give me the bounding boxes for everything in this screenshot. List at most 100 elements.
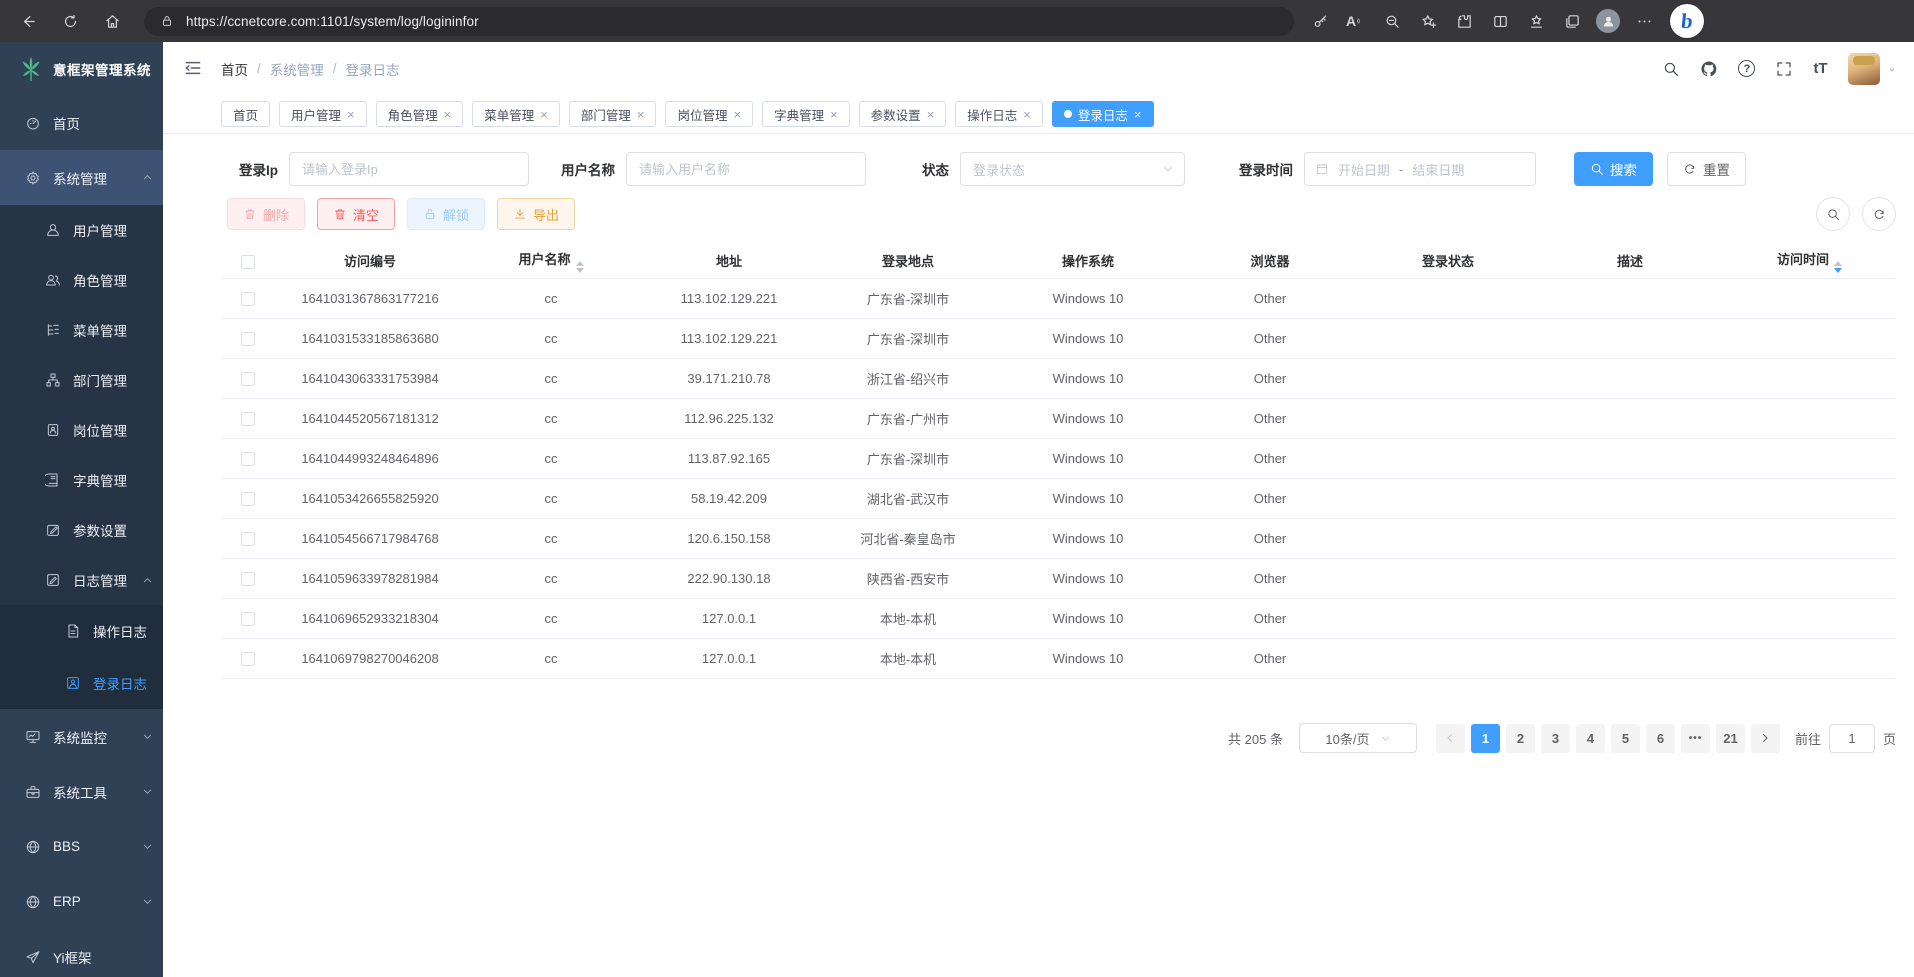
help-icon[interactable]: ?	[1738, 60, 1755, 77]
user-avatar[interactable]	[1848, 53, 1880, 85]
tab-parameter-settings[interactable]: 参数设置×	[859, 101, 947, 127]
text-size-icon[interactable]: tT	[1813, 60, 1827, 77]
status-select[interactable]: 登录状态	[960, 152, 1185, 186]
sidebar-item-parameter-settings[interactable]: 参数设置	[0, 505, 163, 555]
chevron-down-icon[interactable]: ⌄	[1888, 63, 1896, 74]
page-button-4[interactable]: 4	[1576, 724, 1605, 753]
row-checkbox[interactable]	[241, 612, 255, 626]
tab-post-management[interactable]: 岗位管理×	[665, 101, 753, 127]
sort-icons[interactable]	[576, 261, 584, 273]
unlock-button[interactable]: 解锁	[407, 198, 485, 230]
page-button-5[interactable]: 5	[1611, 724, 1640, 753]
breadcrumb-system-management[interactable]: 系统管理	[270, 59, 324, 79]
toggle-search-button[interactable]	[1816, 197, 1850, 231]
sidebar-item-post-management[interactable]: 岗位管理	[0, 405, 163, 455]
row-checkbox[interactable]	[241, 412, 255, 426]
page-button-6[interactable]: 6	[1646, 724, 1675, 753]
close-icon[interactable]: ×	[540, 108, 548, 121]
sidebar-item-yi-framework[interactable]: Yi框架	[0, 929, 163, 977]
close-icon[interactable]: ×	[1134, 108, 1142, 121]
reset-button[interactable]: 重置	[1667, 152, 1746, 186]
sidebar-item-department-management[interactable]: 部门管理	[0, 355, 163, 405]
goto-page-input[interactable]	[1829, 724, 1875, 753]
clear-button[interactable]: 清空	[317, 198, 395, 230]
home-icon[interactable]	[96, 5, 128, 37]
tab-home[interactable]: 首页	[221, 101, 270, 127]
app-logo[interactable]: 意框架管理系统	[0, 42, 163, 95]
bing-copilot-icon[interactable]: b	[1670, 4, 1704, 38]
sidebar-item-menu-management[interactable]: 菜单管理	[0, 305, 163, 355]
sidebar-item-system-monitor[interactable]: 系统监控	[0, 709, 163, 764]
fullscreen-icon[interactable]	[1775, 60, 1793, 78]
password-key-icon[interactable]	[1304, 5, 1336, 37]
row-checkbox[interactable]	[241, 292, 255, 306]
zoom-out-icon[interactable]	[1376, 5, 1408, 37]
close-icon[interactable]: ×	[927, 108, 935, 121]
row-checkbox[interactable]	[241, 492, 255, 506]
search-icon[interactable]	[1662, 60, 1680, 78]
row-checkbox[interactable]	[241, 372, 255, 386]
read-aloud-icon[interactable]: A	[1340, 5, 1372, 37]
export-button[interactable]: 导出	[497, 198, 575, 230]
close-icon[interactable]: ×	[830, 108, 838, 121]
prev-page-button[interactable]	[1436, 724, 1465, 753]
sidebar-item-system-management[interactable]: 系统管理	[0, 150, 163, 205]
tab-dictionary-management[interactable]: 字典管理×	[762, 101, 850, 127]
column-header-user[interactable]: 用户名称	[465, 244, 637, 278]
close-icon[interactable]: ×	[637, 108, 645, 121]
sidebar-item-system-tools[interactable]: 系统工具	[0, 764, 163, 819]
row-checkbox[interactable]	[241, 652, 255, 666]
close-icon[interactable]: ×	[1023, 108, 1031, 121]
page-button-1[interactable]: 1	[1471, 724, 1500, 753]
page-button-21[interactable]: 21	[1716, 724, 1745, 753]
sidebar-item-erp[interactable]: ERP	[0, 874, 163, 929]
page-size-select[interactable]: 10条/页	[1299, 723, 1417, 753]
sidebar-item-dictionary-management[interactable]: 字典管理	[0, 455, 163, 505]
page-button-2[interactable]: 2	[1506, 724, 1535, 753]
row-checkbox[interactable]	[241, 452, 255, 466]
tab-user-management[interactable]: 用户管理×	[279, 101, 367, 127]
close-icon[interactable]: ×	[733, 108, 741, 121]
row-checkbox[interactable]	[241, 572, 255, 586]
settings-more-icon[interactable]	[1628, 5, 1660, 37]
close-icon[interactable]: ×	[444, 108, 452, 121]
tab-department-management[interactable]: 部门管理×	[569, 101, 657, 127]
sidebar-item-login-log[interactable]: 登录日志	[0, 657, 163, 709]
tab-role-management[interactable]: 角色管理×	[376, 101, 464, 127]
lock-icon[interactable]	[156, 10, 178, 32]
column-header-time[interactable]: 访问时间	[1723, 244, 1896, 278]
page-button-3[interactable]: 3	[1541, 724, 1570, 753]
login-time-range-picker[interactable]: 开始日期 - 结束日期	[1304, 152, 1536, 186]
back-icon[interactable]	[12, 5, 44, 37]
sidebar-item-role-management[interactable]: 角色管理	[0, 255, 163, 305]
close-icon[interactable]: ×	[347, 108, 355, 121]
tab-login-log[interactable]: 登录日志×	[1052, 101, 1154, 127]
menu-fold-icon[interactable]	[183, 58, 205, 80]
sidebar-item-user-management[interactable]: 用户管理	[0, 205, 163, 255]
split-screen-icon[interactable]	[1484, 5, 1516, 37]
tab-operation-log[interactable]: 操作日志×	[955, 101, 1043, 127]
sidebar-item-operation-log[interactable]: 操作日志	[0, 605, 163, 657]
refresh-icon[interactable]	[54, 5, 86, 37]
collections-icon[interactable]	[1556, 5, 1588, 37]
search-button[interactable]: 搜索	[1574, 152, 1653, 186]
profile-avatar[interactable]	[1592, 5, 1624, 37]
github-icon[interactable]	[1700, 60, 1718, 78]
address-bar[interactable]: https://ccnetcore.com:1101/system/log/lo…	[144, 7, 1294, 36]
more-pages-button[interactable]: •••	[1681, 724, 1710, 753]
sort-icons[interactable]	[1834, 261, 1842, 273]
breadcrumb-home[interactable]: 首页	[221, 59, 248, 79]
sidebar-item-log-management[interactable]: 日志管理	[0, 555, 163, 605]
login-ip-input[interactable]	[289, 152, 529, 186]
user-name-input[interactable]	[626, 152, 866, 186]
next-page-button[interactable]	[1751, 724, 1780, 753]
sidebar-item-home[interactable]: 首页	[0, 95, 163, 150]
select-all-checkbox[interactable]	[241, 255, 255, 269]
row-checkbox[interactable]	[241, 532, 255, 546]
refresh-table-button[interactable]	[1862, 197, 1896, 231]
tab-menu-management[interactable]: 菜单管理×	[472, 101, 560, 127]
extensions-icon[interactable]	[1448, 5, 1480, 37]
sidebar-item-bbs[interactable]: BBS	[0, 819, 163, 874]
row-checkbox[interactable]	[241, 332, 255, 346]
favorites-bar-icon[interactable]	[1520, 5, 1552, 37]
